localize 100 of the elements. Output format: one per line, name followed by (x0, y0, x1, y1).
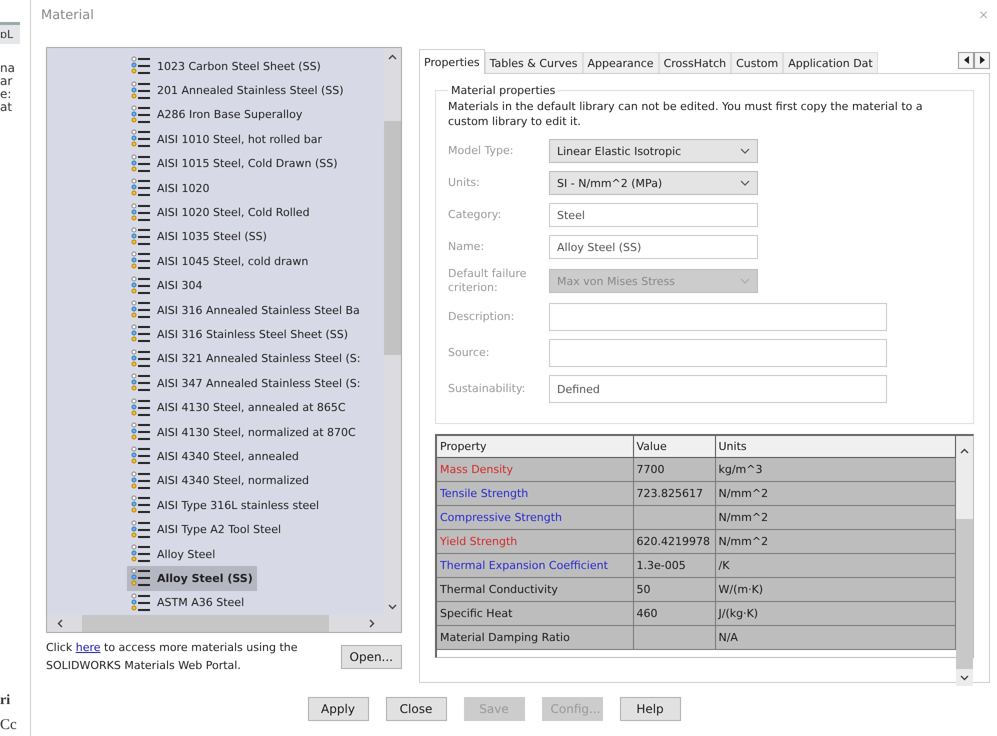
material-list-icon (131, 80, 151, 101)
material-item[interactable]: AISI 1035 Steel (SS) (127, 224, 271, 250)
material-list-icon (131, 544, 151, 564)
tab-scroll-right-icon[interactable] (974, 52, 990, 68)
input-field[interactable]: Alloy Steel (SS) (549, 235, 758, 259)
field-label: Default failure criterion: (448, 267, 528, 295)
material-list-icon (131, 495, 151, 516)
material-item[interactable]: AISI 1020 (127, 176, 214, 200)
material-list-icon (131, 446, 151, 466)
material-item[interactable]: AISI 4340 Steel, annealed (127, 444, 303, 469)
material-list-icon (131, 470, 151, 491)
scrollbar-thumb[interactable] (956, 519, 973, 669)
column-header[interactable]: Units (715, 436, 956, 458)
tab[interactable]: Properties (419, 49, 485, 74)
material-list-icon (131, 520, 151, 540)
field-label: Description: (448, 310, 516, 324)
material-name: A286 Iron Base Superalloy (157, 108, 302, 122)
window-title: Material (41, 8, 94, 22)
table-cell: 723.825617 (633, 482, 715, 506)
tab[interactable]: Tables & Curves (484, 52, 583, 73)
material-item[interactable]: AISI 1015 Steel, Cold Drawn (SS) (127, 152, 342, 176)
input-field[interactable]: Defined (549, 375, 887, 403)
group-title: Material properties (450, 84, 556, 97)
input-field[interactable] (549, 339, 887, 367)
material-list-icon (131, 104, 151, 125)
material-item[interactable]: AISI 4130 Steel, normalized at 870C (127, 420, 360, 444)
close-button[interactable]: × (978, 8, 989, 22)
material-name: AISI 4340 Steel, normalized (157, 474, 309, 488)
material-item[interactable]: AISI 304 (127, 274, 206, 298)
chevron-down-icon (740, 278, 750, 284)
table-cell: /K (715, 554, 956, 578)
open-button[interactable]: Open... (340, 645, 402, 669)
material-item[interactable]: AISI Type 316L stainless steel (127, 493, 324, 518)
tab[interactable]: Application Dat (783, 52, 878, 73)
table-cell: N/mm^2 (715, 530, 956, 554)
dialog-button[interactable]: Close (386, 697, 446, 721)
material-item[interactable]: AISI 321 Annealed Stainless Steel (S: (127, 346, 364, 372)
background-text: at (0, 101, 14, 114)
material-name: AISI 316 Stainless Steel Sheet (SS) (157, 328, 348, 341)
material-list-icon (131, 56, 151, 76)
material-item[interactable]: ASTM A36 Steel (127, 590, 248, 615)
input-field[interactable] (549, 303, 887, 331)
material-item[interactable]: 1023 Carbon Steel Sheet (SS) (127, 54, 325, 78)
dialog-button[interactable]: Apply (308, 697, 368, 721)
column-header[interactable]: Property (437, 436, 633, 458)
material-name: AISI Type A2 Tool Steel (157, 523, 282, 536)
material-item[interactable]: 201 Annealed Stainless Steel (SS) (127, 78, 348, 103)
chevron-down-icon (740, 148, 750, 154)
tab[interactable]: CrossHatch (658, 52, 732, 73)
info-text: Materials in the default library can not be edited. You must first copy the material to a custom library to edit it. (448, 99, 924, 129)
table-cell: kg/m^3 (715, 458, 956, 482)
portal-text: Click here to access more materials using the SOLIDWORKS Materials Web Portal. (46, 640, 299, 674)
field-label: Category: (448, 208, 502, 222)
scrollbar-thumb[interactable] (384, 121, 401, 355)
material-list-icon (131, 226, 151, 247)
material-item[interactable]: Alloy Steel (127, 542, 220, 566)
material-name: AISI 4130 Steel, annealed at 865C (157, 401, 346, 414)
field-label: Units: (448, 176, 481, 190)
column-header[interactable]: Value (633, 436, 715, 458)
material-item[interactable]: AISI 1010 Steel, hot rolled bar (127, 127, 326, 152)
property-name: Thermal Expansion Coefficient (437, 554, 633, 578)
tab[interactable]: Custom (731, 52, 784, 73)
dropdown-field[interactable]: Linear Elastic Isotropic (549, 139, 758, 163)
material-list-icon (131, 398, 151, 418)
material-list-icon (131, 251, 151, 272)
material-item[interactable]: AISI 1020 Steel, Cold Rolled (127, 200, 314, 225)
scrollbar-thumb[interactable] (82, 615, 329, 632)
material-item[interactable]: AISI 347 Annealed Stainless Steel (S: (127, 371, 364, 396)
property-name: Yield Strength (437, 530, 633, 554)
material-item[interactable]: A286 Iron Base Superalloy (127, 102, 306, 128)
portal-link[interactable]: here (76, 641, 101, 654)
input-field[interactable]: Steel (549, 203, 758, 227)
material-item[interactable]: AISI 316 Stainless Steel Sheet (SS) (127, 322, 352, 347)
table-cell: 1.3e-005 (633, 554, 715, 578)
background-text: ri (0, 693, 12, 709)
tab[interactable]: Appearance (582, 52, 659, 73)
material-item[interactable]: AISI 316 Annealed Stainless Steel Ba (127, 298, 364, 322)
background-text: ɒL (0, 22, 20, 44)
table-cell: N/A (715, 626, 956, 650)
background-text: e: (0, 88, 12, 101)
material-item[interactable]: AISI 1045 Steel, cold drawn (127, 249, 312, 274)
material-name: AISI 347 Annealed Stainless Steel (S: (157, 376, 360, 390)
material-list-icon (131, 568, 151, 588)
dialog-button[interactable]: Help (620, 697, 680, 721)
material-list-icon (131, 154, 151, 174)
material-list-icon (131, 324, 151, 344)
material-item[interactable]: AISI 4130 Steel, annealed at 865C (127, 395, 350, 420)
property-name: Specific Heat (437, 602, 633, 626)
material-name: AISI 321 Annealed Stainless Steel (S: (157, 352, 360, 366)
material-item[interactable]: AISI Type A2 Tool Steel (127, 517, 286, 542)
material-item[interactable]: AISI 4340 Steel, normalized (127, 468, 313, 494)
material-item[interactable]: Alloy Steel (SS) (127, 566, 257, 591)
table-cell: 50 (633, 578, 715, 602)
material-list-icon (131, 129, 151, 150)
tab-scroll-left-icon[interactable] (958, 52, 974, 68)
table-cell: J/(kg·K) (715, 602, 956, 626)
property-name: Thermal Conductivity (437, 578, 633, 602)
material-list-icon (131, 422, 151, 442)
background-text: Cc (0, 717, 18, 734)
dropdown-field[interactable]: SI - N/mm^2 (MPa) (549, 171, 758, 195)
